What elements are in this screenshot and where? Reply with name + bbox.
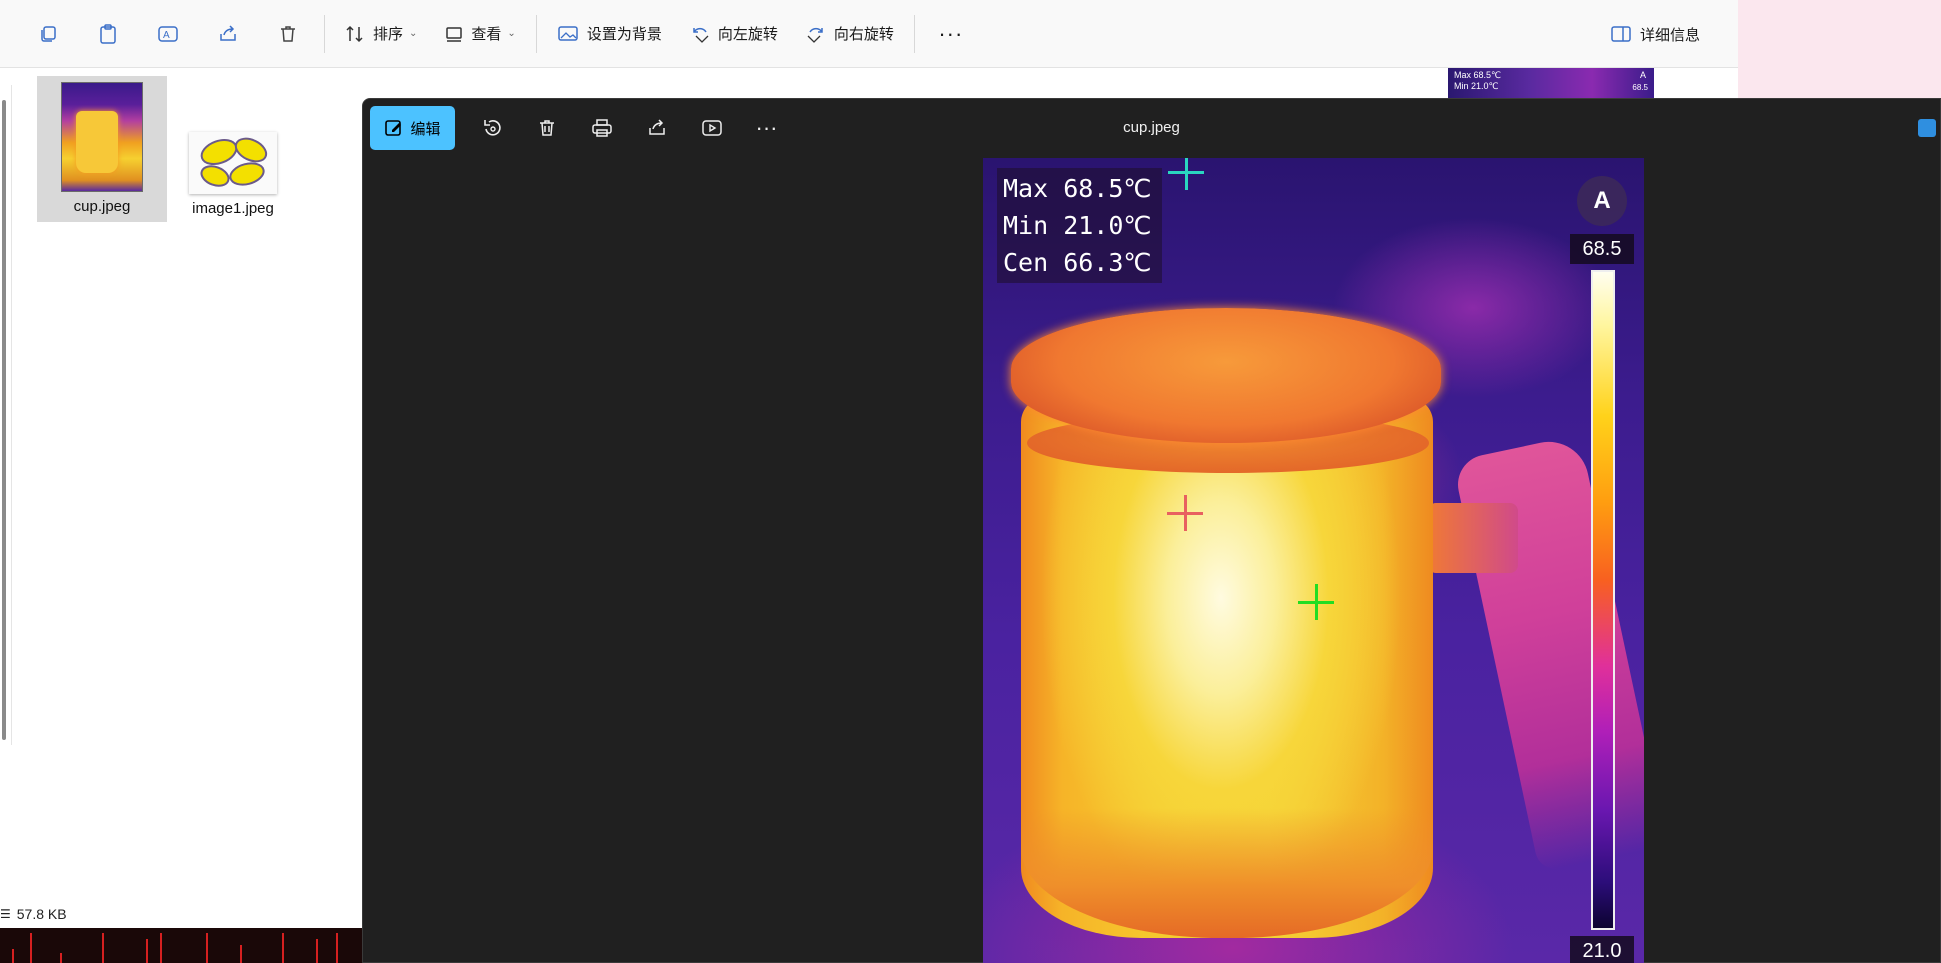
rotate-left-label: 向左旋转 — [717, 26, 778, 43]
preview-max-text: Max 68.5℃ — [1454, 70, 1502, 80]
viewer-more-button[interactable]: ··· — [739, 106, 794, 150]
trash-icon — [281, 25, 295, 42]
file-item-image1[interactable]: image1.jpeg — [168, 76, 298, 222]
file-name: cup.jpeg — [73, 198, 131, 215]
background-window-strip — [0, 928, 362, 963]
sort-button[interactable]: 排序 ⌄ — [331, 14, 431, 54]
printer-icon — [591, 119, 612, 137]
file-thumbnail — [189, 132, 277, 194]
selected-size: 57.8 KB — [16, 906, 67, 922]
set-background-label: 设置为背景 — [586, 26, 662, 43]
center-crosshair — [1298, 584, 1334, 620]
decorative-line — [336, 933, 338, 963]
view-label: 查看 — [471, 26, 502, 43]
decorative-line — [30, 933, 32, 963]
toolbar-divider — [535, 14, 537, 53]
trash-icon — [539, 120, 554, 136]
set-background-button[interactable]: 设置为背景 — [543, 14, 676, 54]
decorative-line — [102, 933, 104, 963]
decorative-line — [12, 949, 14, 963]
min-temp-crosshair — [1168, 158, 1204, 190]
status-bar: ☰ 57.8 KB — [0, 904, 67, 924]
rotate-right-button[interactable]: 向右旋转 — [792, 14, 908, 54]
rotate-right-icon — [807, 27, 823, 43]
decorative-line — [240, 945, 242, 963]
decorative-line — [206, 933, 208, 963]
decorative-line — [160, 933, 162, 963]
scale-max-label: 68.5 — [1570, 234, 1634, 264]
temperature-readout: Max 68.5℃ Min 21.0℃ Cen 66.3℃ — [997, 168, 1162, 283]
edit-image-icon — [385, 120, 402, 136]
rotate-button[interactable] — [464, 106, 519, 150]
center-temp-text: Cen 66.3℃ — [1003, 248, 1152, 277]
details-label: 详细信息 — [1639, 26, 1700, 44]
file-thumbnail — [61, 82, 143, 192]
viewer-toolbar: 编辑 ··· — [363, 99, 1940, 157]
preview-min-text: Min 21.0℃ — [1454, 81, 1499, 91]
rename-icon: A — [158, 25, 178, 42]
toolbar-divider — [913, 14, 915, 53]
view-icon — [446, 26, 463, 42]
decorative-line — [60, 953, 62, 963]
cup-handle-arm — [1428, 503, 1518, 573]
decorative-line — [316, 939, 318, 963]
share-icon — [648, 119, 665, 135]
rotate-left-icon — [693, 27, 709, 43]
decorative-line — [146, 939, 148, 963]
rotate-left-button[interactable]: 向左旋转 — [676, 14, 792, 54]
preview-auto-badge: A — [1639, 70, 1646, 80]
slideshow-icon — [701, 120, 722, 136]
chevron-down-icon: ⌄ — [507, 28, 516, 39]
scrollbar-thumb[interactable] — [2, 100, 6, 740]
share-icon — [220, 24, 236, 41]
details-pane-preview: Max 68.5℃ Min 21.0℃ A 68.5 — [1448, 68, 1654, 98]
details-pane-button[interactable]: 详细信息 — [1596, 14, 1714, 54]
list-view-icon: ☰ — [0, 907, 11, 921]
viewer-delete-button[interactable] — [519, 106, 574, 150]
file-item-cup[interactable]: cup.jpeg — [37, 76, 167, 222]
decorative-line — [282, 933, 284, 963]
print-button[interactable] — [574, 106, 629, 150]
viewer-share-button[interactable] — [629, 106, 684, 150]
copy-icon — [41, 25, 56, 42]
sort-icon — [346, 25, 363, 42]
edit-label: 编辑 — [410, 120, 441, 138]
view-button[interactable]: 查看 ⌄ — [431, 14, 529, 54]
cup-lid — [1011, 308, 1441, 443]
rename-button[interactable]: A — [138, 14, 198, 54]
auto-mode-badge: A — [1577, 176, 1627, 226]
paste-button[interactable] — [78, 14, 138, 54]
thermal-image: Max 68.5℃ Min 21.0℃ Cen 66.3℃ A 68.5 21.… — [983, 158, 1644, 963]
wallpaper-icon — [558, 25, 578, 41]
scale-min-label: 21.0 — [1570, 936, 1634, 963]
chevron-down-icon: ⌄ — [409, 28, 418, 39]
toolbar-divider — [324, 14, 325, 53]
explorer-toolbar: A 排序 ⌄ 查看 ⌄ 设置为背景 向左旋转 向右旋转 ··· 详细信息 — [0, 0, 1738, 68]
ellipsis-icon: ··· — [938, 20, 964, 46]
max-temp-text: Max 68.5℃ — [1003, 174, 1152, 203]
edit-button[interactable]: 编辑 — [370, 106, 455, 150]
preview-scale-text: 68.5 — [1632, 83, 1648, 92]
photo-viewer-window: cup.jpeg 编辑 ··· Max 68.5℃ Min 21.0℃ Cen … — [362, 98, 1941, 963]
paste-icon — [100, 23, 116, 44]
sort-label: 排序 — [373, 26, 404, 43]
rotate-right-label: 向右旋转 — [833, 26, 894, 43]
min-temp-text: Min 21.0℃ — [1003, 211, 1152, 240]
rotate-icon — [483, 120, 501, 136]
color-scale-bar — [1591, 270, 1615, 930]
cup-handle — [1452, 434, 1644, 873]
file-name: image1.jpeg — [192, 200, 274, 217]
svg-text:A: A — [163, 30, 170, 41]
max-temp-crosshair — [1167, 495, 1203, 531]
ellipsis-icon: ··· — [755, 115, 778, 140]
copy-button[interactable] — [18, 14, 78, 54]
more-options-button[interactable]: ··· — [921, 14, 981, 54]
details-pane-icon — [1611, 26, 1631, 42]
share-button[interactable] — [198, 14, 258, 54]
delete-button[interactable] — [258, 14, 318, 54]
slideshow-button[interactable] — [684, 106, 739, 150]
